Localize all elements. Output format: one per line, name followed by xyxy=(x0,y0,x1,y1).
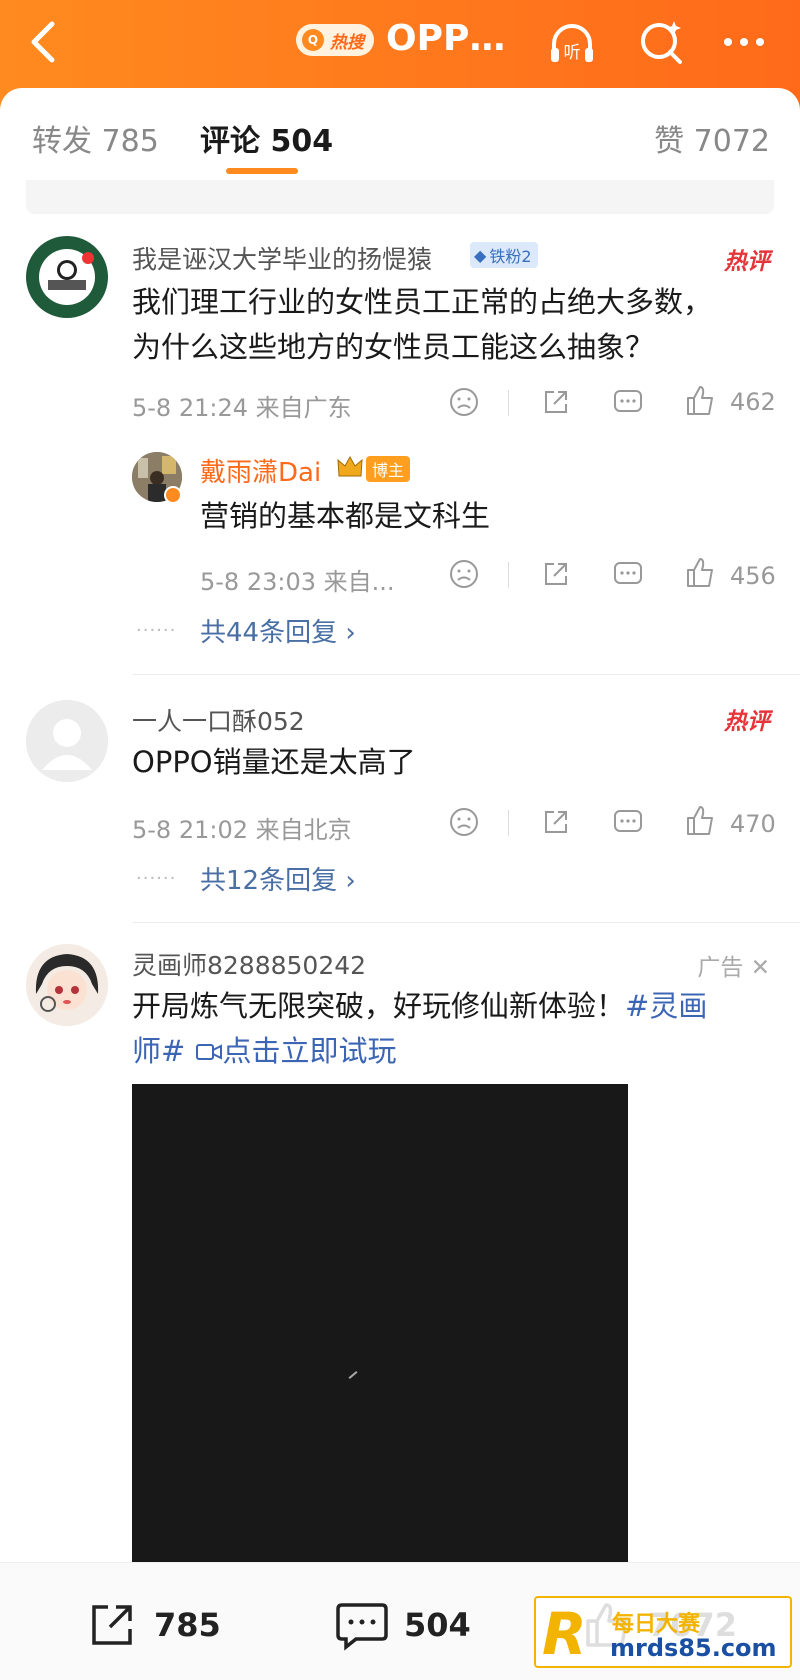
divider xyxy=(132,674,800,675)
try-now-link[interactable]: 点击立即试玩 xyxy=(223,1034,397,1068)
tab-like[interactable]: 赞 7072 xyxy=(654,116,770,160)
avatar[interactable] xyxy=(26,236,108,318)
separator xyxy=(508,390,509,416)
repost-icon xyxy=(92,1605,132,1645)
reply-meta: 5-8 23:03 来自... xyxy=(200,568,395,596)
fan-badge-label: 铁粉2 xyxy=(489,247,532,266)
dislike-face-icon[interactable] xyxy=(448,386,480,418)
ad-avatar[interactable] xyxy=(26,944,108,1026)
ad-text-line1: 开局炼气无限突破，好玩修仙新体验！#灵画 xyxy=(132,984,707,1029)
watermark-url: mrds85.com xyxy=(610,1634,777,1662)
active-tab-indicator xyxy=(226,168,298,174)
comment-meta: 5-8 21:24 来自广东 xyxy=(132,394,352,422)
play-link[interactable]: 点击立即试玩 xyxy=(195,1034,397,1068)
like-count: 470 xyxy=(730,810,776,838)
diamond-icon: ◆ xyxy=(474,245,487,265)
dislike-face-icon[interactable] xyxy=(448,806,480,838)
ad-video-player[interactable] xyxy=(132,1084,628,1564)
blogger-badge: 博主 xyxy=(366,456,411,482)
avatar[interactable] xyxy=(26,700,108,782)
ad-username[interactable]: 灵画师8288850242 xyxy=(132,946,366,982)
hot-comment-badge: 热评 xyxy=(724,709,770,735)
crown-icon xyxy=(337,455,363,477)
back-icon[interactable] xyxy=(22,16,70,68)
view-replies-link[interactable]: 共44条回复 › xyxy=(200,612,356,649)
anime-character-icon xyxy=(26,944,108,1026)
tab-bar: 转发 785 评论 504 赞 7072 xyxy=(0,88,800,180)
topic-link[interactable]: 师# xyxy=(132,1034,185,1068)
reply-icon[interactable] xyxy=(612,806,644,838)
like-icon[interactable] xyxy=(684,804,716,838)
ad-text-line2: 师# 点击立即试玩 xyxy=(132,1029,397,1074)
reply-icon[interactable] xyxy=(612,386,644,418)
svg-text:听: 听 xyxy=(564,43,581,63)
like-count: 456 xyxy=(730,562,776,590)
ad-close-label[interactable]: 广告 ✕ xyxy=(697,948,770,982)
watermark-r-icon: R xyxy=(542,1600,587,1668)
notice-bar[interactable] xyxy=(26,180,774,214)
reply-divider-dots: ······ xyxy=(136,868,177,889)
comment-icon xyxy=(336,1603,388,1651)
repost-button[interactable]: 785 xyxy=(86,1599,221,1651)
hot-search-label: 热搜 xyxy=(330,32,364,53)
university-seal-icon xyxy=(27,237,107,317)
share-icon[interactable] xyxy=(540,386,572,418)
comment-meta: 5-8 21:02 来自北京 xyxy=(132,816,352,844)
comment-text-line1: 我们理工行业的女性员工正常的占绝大多数， xyxy=(132,285,713,319)
verified-icon xyxy=(164,486,182,504)
default-user-icon xyxy=(26,700,108,782)
divider xyxy=(132,922,800,923)
share-icon[interactable] xyxy=(540,806,572,838)
page-title: OPP… xyxy=(386,18,506,59)
reply-divider-dots: ······ xyxy=(136,620,177,641)
search-flame-icon: Q xyxy=(302,29,324,51)
watermark-logo: R 每日大赛 mrds85.com xyxy=(534,1596,792,1668)
reply-text: 营销的基本都是文科生 xyxy=(200,499,491,533)
like-icon[interactable] xyxy=(684,556,716,590)
comment-username[interactable]: 一人一口酥052 xyxy=(132,702,305,738)
like-icon[interactable] xyxy=(684,384,716,418)
comment-text: OPPO销量还是太高了 xyxy=(132,745,416,779)
dislike-face-icon[interactable] xyxy=(448,558,480,590)
more-menu-icon[interactable] xyxy=(718,18,770,68)
view-replies-link[interactable]: 共12条回复 › xyxy=(200,860,356,897)
topic-link[interactable]: #灵画 xyxy=(625,989,707,1023)
comment-count: 504 xyxy=(404,1606,471,1644)
tab-comment[interactable]: 评论 504 xyxy=(200,116,333,160)
tab-repost[interactable]: 转发 785 xyxy=(32,116,159,160)
separator xyxy=(508,562,509,588)
hot-comment-badge: 热评 xyxy=(724,249,770,275)
comment-text-line2: 为什么这些地方的女性员工能这么抽象？ xyxy=(132,330,655,364)
fan-badge: ◆ 铁粉2 xyxy=(470,242,538,268)
comment-button[interactable]: 504 xyxy=(334,1599,471,1651)
repost-count: 785 xyxy=(154,1606,221,1644)
search-icon[interactable] xyxy=(636,18,688,68)
headphones-icon[interactable]: 听 xyxy=(546,18,598,68)
reply-username[interactable]: 戴雨潇Dai xyxy=(200,452,321,489)
hot-search-badge[interactable]: Q 热搜 xyxy=(296,24,374,56)
comment-username[interactable]: 我是诬汉大学毕业的扬惿猿 xyxy=(132,240,432,276)
separator xyxy=(508,810,509,836)
ad-text: 开局炼气无限突破，好玩修仙新体验！ xyxy=(132,989,626,1023)
share-icon[interactable] xyxy=(540,558,572,590)
video-camera-icon xyxy=(195,1044,222,1060)
like-count: 462 xyxy=(730,388,776,416)
reply-icon[interactable] xyxy=(612,558,644,590)
